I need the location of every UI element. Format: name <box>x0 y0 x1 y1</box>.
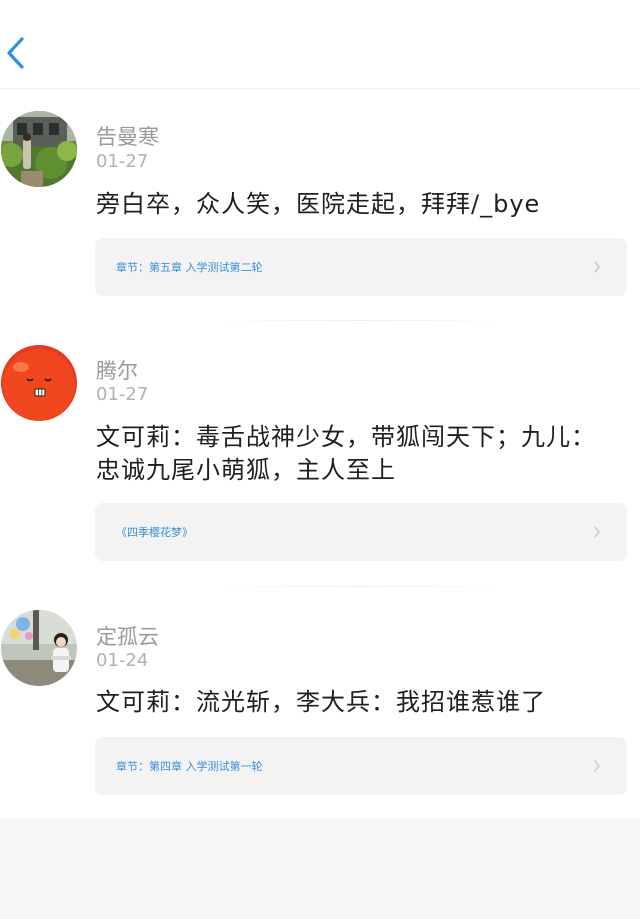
chevron-right-icon <box>594 261 600 273</box>
comment-date: 01-27 <box>96 151 149 172</box>
user-name[interactable]: 定孤云 <box>96 624 159 650</box>
top-bar <box>0 0 640 89</box>
comment-list: 告曼寒 01-27 旁白卒，众人笑，医院走起，拜拜/_bye 章节：第五章 入学… <box>0 89 640 819</box>
garden-photo-avatar <box>1 111 77 187</box>
chevron-right-icon <box>594 760 600 772</box>
back-button[interactable] <box>0 30 34 74</box>
comment-date: 01-24 <box>96 650 149 671</box>
comment-text: 旁白卒，众人笑，医院走起，拜拜/_bye <box>96 190 541 218</box>
chevron-right-icon <box>594 526 600 538</box>
comment-text: 文可莉：流光斩，李大兵：我招谁惹谁了 <box>96 688 546 716</box>
comment-text: 文可莉：毒舌战神少女，带狐闯天下；九儿：忠诚九尾小萌狐，主人至上 <box>96 423 596 484</box>
chapter-link[interactable]: 章节：第五章 入学测试第二轮 <box>95 238 627 296</box>
avatar[interactable] <box>1 610 77 686</box>
avatar[interactable] <box>1 345 77 421</box>
girl-park-photo-avatar <box>1 610 77 686</box>
chapter-label: 章节：第五章 入学测试第二轮 <box>116 261 263 274</box>
chapter-link[interactable]: 《四季樱花梦》 <box>95 503 627 561</box>
user-name[interactable]: 腾尔 <box>96 358 138 384</box>
chapter-label: 章节：第四章 入学测试第一轮 <box>116 760 263 773</box>
divider <box>210 320 510 321</box>
red-apple-cartoon-avatar <box>1 345 77 421</box>
chevron-left-icon <box>7 37 24 69</box>
chapter-link[interactable]: 章节：第四章 入学测试第一轮 <box>95 737 627 795</box>
chapter-label: 《四季樱花梦》 <box>116 526 193 539</box>
user-name[interactable]: 告曼寒 <box>96 124 159 150</box>
avatar[interactable] <box>1 111 77 187</box>
divider <box>210 586 510 587</box>
comment-date: 01-27 <box>96 384 149 405</box>
